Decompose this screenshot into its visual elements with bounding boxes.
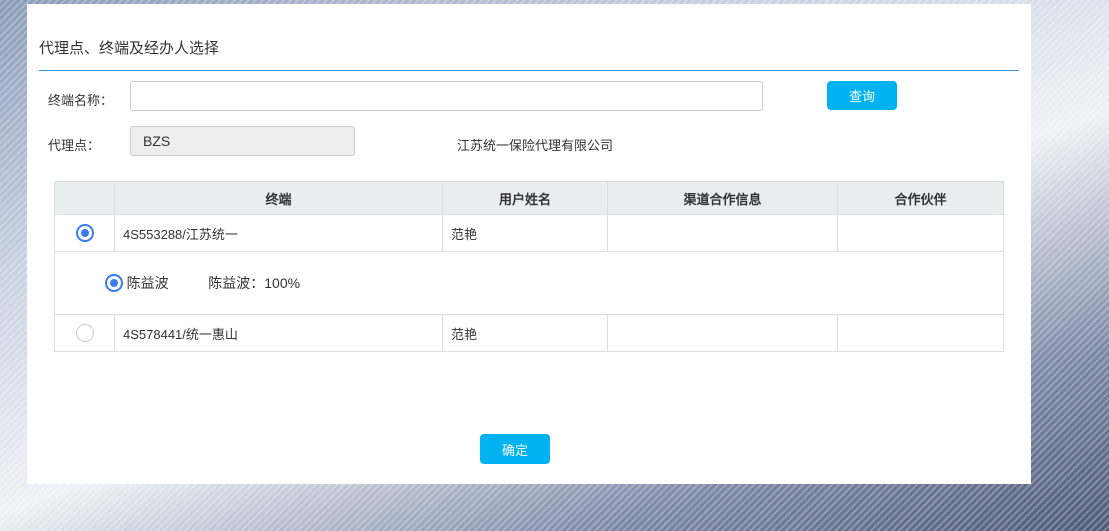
terminal-cell: 4S578441/统一惠山 <box>114 314 443 352</box>
row-radio[interactable] <box>75 324 94 342</box>
header-partner: 合作伙伴 <box>837 181 1004 215</box>
partner-cell <box>837 214 1004 252</box>
title-divider <box>39 70 1019 71</box>
channel-cell <box>607 214 838 252</box>
agent-company: 江苏统一保险代理有限公司 <box>457 138 614 153</box>
terminal-table: 终端 用户姓名 渠道合作信息 合作伙伴 4S553288/江苏统一 范艳 陈益波… <box>54 181 1004 352</box>
terminal-name-label: 终端名称： <box>48 93 114 108</box>
channel-cell <box>607 314 838 352</box>
header-channel: 渠道合作信息 <box>607 181 838 215</box>
header-select <box>54 181 115 215</box>
terminal-name-input[interactable] <box>130 81 763 111</box>
agent-label: 代理点： <box>48 138 101 153</box>
confirm-button[interactable]: 确定 <box>480 434 550 464</box>
user-cell: 范艳 <box>442 314 608 352</box>
table-row[interactable]: 4S578441/统一惠山 范艳 <box>54 314 1004 352</box>
handler-radio[interactable] <box>105 274 123 292</box>
handler-share: 陈益波：100% <box>208 275 301 291</box>
user-cell: 范艳 <box>442 214 608 252</box>
selection-dialog: 代理点、终端及经办人选择 终端名称： 查询 代理点： BZS 江苏统一保险代理有… <box>27 4 1031 484</box>
row-radio[interactable] <box>75 224 94 242</box>
handler-row: 陈益波 陈益波：100% <box>54 251 1004 315</box>
handler-name: 陈益波 <box>126 275 169 291</box>
terminal-cell: 4S553288/江苏统一 <box>114 214 443 252</box>
query-button[interactable]: 查询 <box>827 81 897 110</box>
dialog-title: 代理点、终端及经办人选择 <box>39 40 220 57</box>
table-header: 终端 用户姓名 渠道合作信息 合作伙伴 <box>54 181 1004 215</box>
header-terminal: 终端 <box>114 181 443 215</box>
agent-input: BZS <box>130 126 355 156</box>
partner-cell <box>837 314 1004 352</box>
table-row[interactable]: 4S553288/江苏统一 范艳 <box>54 214 1004 252</box>
header-user: 用户姓名 <box>442 181 608 215</box>
